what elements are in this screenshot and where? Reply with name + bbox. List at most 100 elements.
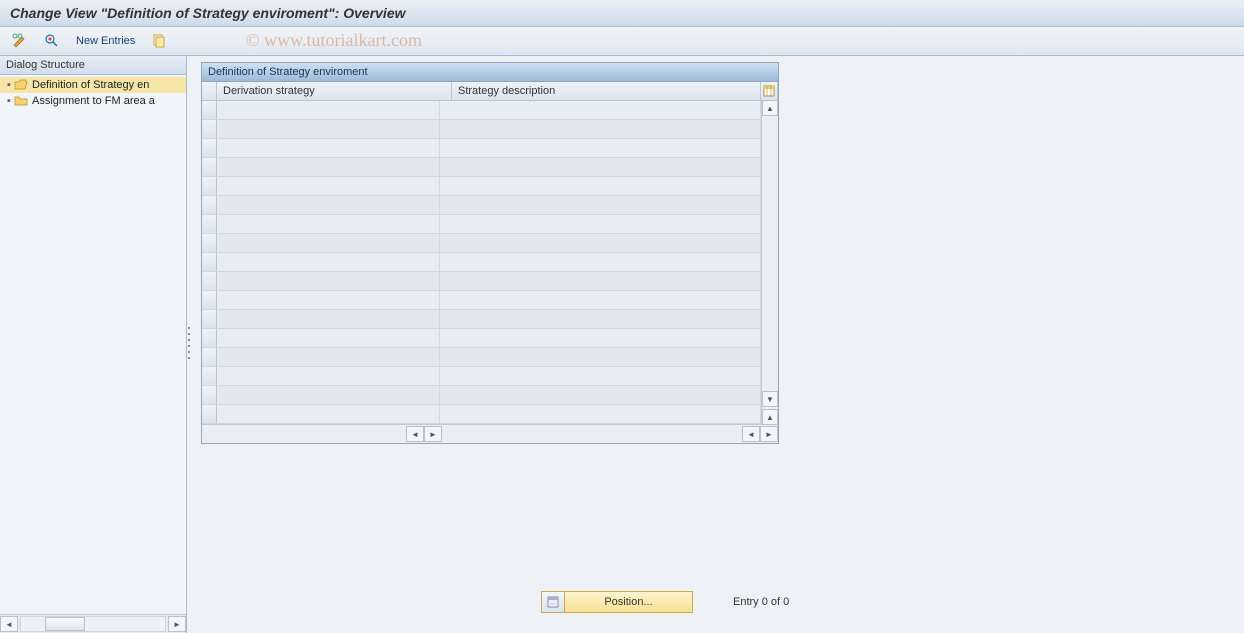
row-header[interactable] — [202, 329, 217, 347]
table-row[interactable] — [202, 234, 778, 253]
scroll-left-button[interactable]: ◄ — [0, 616, 18, 632]
row-header[interactable] — [202, 291, 217, 309]
scroll-first-button[interactable]: ◄ — [406, 426, 424, 442]
row-header[interactable] — [202, 158, 217, 176]
scroll-up-button[interactable]: ▲ — [762, 100, 778, 116]
cell-derivation-strategy[interactable] — [217, 139, 440, 157]
cell-derivation-strategy[interactable] — [217, 272, 440, 290]
row-header[interactable] — [202, 386, 217, 404]
tree-item-definition-strategy[interactable]: ▪ Definition of Strategy en — [0, 77, 186, 93]
table-row[interactable] — [202, 139, 778, 158]
table-vertical-scrollbar[interactable]: ▲ ▼ ▲ — [761, 100, 778, 425]
table-row[interactable] — [202, 253, 778, 272]
table-row[interactable] — [202, 196, 778, 215]
table-row[interactable] — [202, 272, 778, 291]
row-header[interactable] — [202, 405, 217, 423]
cell-derivation-strategy[interactable] — [217, 367, 440, 385]
cell-strategy-description[interactable] — [440, 120, 761, 138]
table-row[interactable] — [202, 348, 778, 367]
table-row[interactable] — [202, 386, 778, 405]
cell-derivation-strategy[interactable] — [217, 405, 440, 423]
table-row[interactable] — [202, 367, 778, 386]
table-row[interactable] — [202, 158, 778, 177]
row-header-corner — [202, 82, 217, 100]
cell-strategy-description[interactable] — [440, 310, 761, 328]
cell-derivation-strategy[interactable] — [217, 310, 440, 328]
cell-derivation-strategy[interactable] — [217, 215, 440, 233]
cell-strategy-description[interactable] — [440, 291, 761, 309]
scrollbar-track[interactable] — [20, 616, 166, 632]
cell-strategy-description[interactable] — [440, 272, 761, 290]
splitter-handle[interactable] — [187, 323, 193, 367]
row-header[interactable] — [202, 139, 217, 157]
row-header[interactable] — [202, 177, 217, 195]
cell-derivation-strategy[interactable] — [217, 291, 440, 309]
cell-strategy-description[interactable] — [440, 253, 761, 271]
column-header-derivation-strategy[interactable]: Derivation strategy — [217, 82, 452, 100]
cell-strategy-description[interactable] — [440, 196, 761, 214]
sidebar-horizontal-scrollbar[interactable]: ◄ ► — [0, 614, 186, 633]
row-header[interactable] — [202, 196, 217, 214]
row-header[interactable] — [202, 310, 217, 328]
column-header-strategy-description[interactable]: Strategy description — [452, 82, 761, 100]
table-header-row: Derivation strategy Strategy description — [202, 82, 778, 101]
cell-strategy-description[interactable] — [440, 215, 761, 233]
row-header[interactable] — [202, 215, 217, 233]
dialog-structure-tree: ▪ Definition of Strategy en ▪ Assignment… — [0, 75, 186, 614]
table-row[interactable] — [202, 177, 778, 196]
new-entries-button[interactable]: New Entries — [72, 35, 139, 47]
row-header[interactable] — [202, 367, 217, 385]
toggle-display-change-button[interactable] — [8, 31, 32, 51]
select-button[interactable] — [40, 31, 64, 51]
table-row[interactable] — [202, 291, 778, 310]
cell-derivation-strategy[interactable] — [217, 177, 440, 195]
scroll-right-button[interactable]: ► — [168, 616, 186, 632]
row-header[interactable] — [202, 272, 217, 290]
table-row[interactable] — [202, 329, 778, 348]
table-row[interactable] — [202, 310, 778, 329]
copy-as-button[interactable] — [147, 31, 171, 51]
cell-derivation-strategy[interactable] — [217, 196, 440, 214]
cell-strategy-description[interactable] — [440, 177, 761, 195]
cell-strategy-description[interactable] — [440, 367, 761, 385]
scroll-last-button[interactable]: ► — [760, 426, 778, 442]
table-horizontal-scrollbar[interactable]: ◄ ► ◄ ► — [202, 424, 778, 443]
row-header[interactable] — [202, 348, 217, 366]
table-config-button[interactable] — [761, 82, 778, 100]
table-row[interactable] — [202, 405, 778, 424]
cell-strategy-description[interactable] — [440, 101, 761, 119]
scroll-right-button[interactable]: ◄ — [742, 426, 760, 442]
scroll-left-button[interactable]: ► — [424, 426, 442, 442]
cell-derivation-strategy[interactable] — [217, 158, 440, 176]
toolbar: New Entries — [0, 27, 1244, 56]
row-header[interactable] — [202, 120, 217, 138]
table-row[interactable] — [202, 101, 778, 120]
row-header[interactable] — [202, 101, 217, 119]
cell-strategy-description[interactable] — [440, 386, 761, 404]
cell-derivation-strategy[interactable] — [217, 348, 440, 366]
table-row[interactable] — [202, 120, 778, 139]
tree-item-assignment-fm-area[interactable]: ▪ Assignment to FM area a — [0, 93, 186, 109]
table-row[interactable] — [202, 215, 778, 234]
cell-derivation-strategy[interactable] — [217, 386, 440, 404]
cell-derivation-strategy[interactable] — [217, 253, 440, 271]
cell-derivation-strategy[interactable] — [217, 329, 440, 347]
cell-strategy-description[interactable] — [440, 234, 761, 252]
row-header[interactable] — [202, 234, 217, 252]
cell-derivation-strategy[interactable] — [217, 120, 440, 138]
pencil-glasses-icon — [12, 33, 28, 49]
scroll-down-button[interactable]: ▼ — [762, 391, 778, 407]
window-title-text: Change View "Definition of Strategy envi… — [10, 5, 406, 21]
cell-strategy-description[interactable] — [440, 139, 761, 157]
cell-derivation-strategy[interactable] — [217, 234, 440, 252]
cell-strategy-description[interactable] — [440, 348, 761, 366]
position-button[interactable]: Position... — [541, 591, 693, 613]
cell-strategy-description[interactable] — [440, 405, 761, 423]
cell-strategy-description[interactable] — [440, 329, 761, 347]
scroll-up-button-2[interactable]: ▲ — [762, 409, 778, 425]
position-icon — [542, 592, 565, 612]
row-header[interactable] — [202, 253, 217, 271]
cell-derivation-strategy[interactable] — [217, 101, 440, 119]
cell-strategy-description[interactable] — [440, 158, 761, 176]
scrollbar-thumb[interactable] — [45, 617, 85, 631]
